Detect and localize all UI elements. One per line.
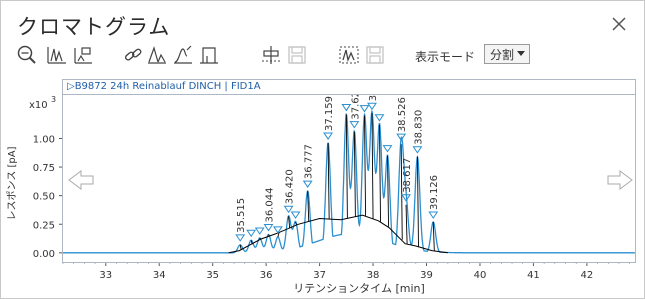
x-tick-label: 38 — [367, 270, 380, 281]
x-tick-label: 41 — [527, 270, 540, 281]
y-multiplier-label: x10 — [29, 100, 48, 111]
y-tick-label: 0.00 — [33, 249, 55, 260]
x-tick-label: 39 — [420, 270, 433, 281]
y-multiplier-exponent: 3 — [51, 95, 56, 104]
chromatogram-window: クロマトグラム 表示モード 分割 0.00 0.25 0.50 0.75 1.0… — [0, 0, 645, 299]
x-tick-label: 35 — [206, 270, 219, 281]
x-tick-label: 42 — [581, 270, 594, 281]
y-tick-label: 1.00 — [33, 134, 55, 145]
chart-frame: ▷B9872 24h Reinablauf DINCH | FID1A — [62, 79, 636, 263]
x-axis-title: リテンションタイム [min] — [293, 282, 425, 295]
y-tick-label: 0.75 — [33, 163, 55, 174]
x-tick-label: 37 — [313, 270, 326, 281]
y-axis-title: レスポンス [pA] — [6, 146, 18, 220]
chart-header-label[interactable]: ▷B9872 24h Reinablauf DINCH | FID1A — [63, 80, 635, 95]
x-tick-label: 40 — [474, 270, 487, 281]
x-tick-label: 33 — [99, 270, 112, 281]
y-tick-label: 0.50 — [33, 192, 55, 203]
x-tick-label: 34 — [153, 270, 166, 281]
y-tick-label: 0.25 — [33, 220, 55, 231]
x-tick-label: 36 — [260, 270, 273, 281]
